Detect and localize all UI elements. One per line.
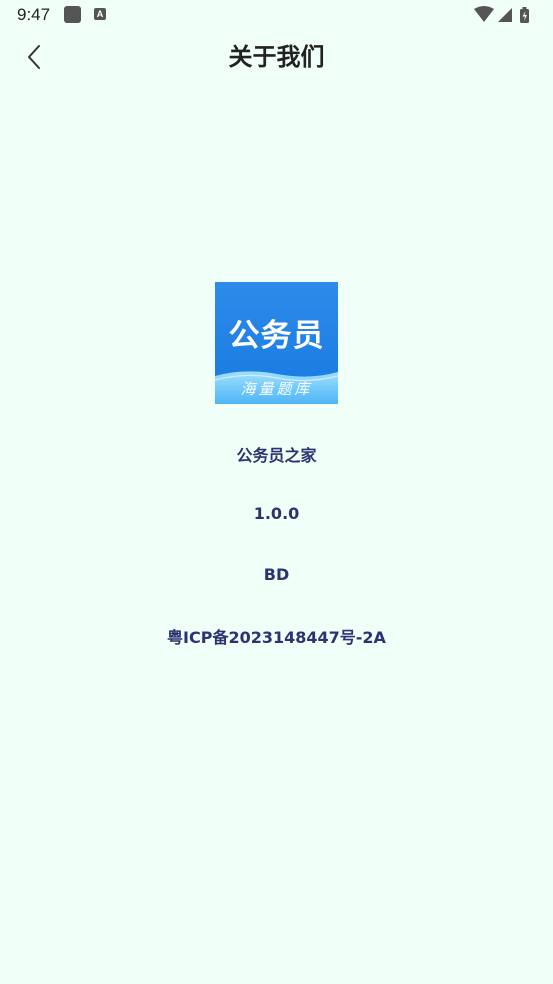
logo-subtitle: 海量题库 — [240, 380, 313, 398]
app-version: 1.0.0 — [253, 504, 300, 523]
status-time: 9:47 — [17, 5, 51, 24]
status-right-icons — [474, 6, 529, 23]
navigation-bar: 关于我们 — [0, 30, 553, 84]
wifi-icon — [474, 6, 494, 22]
app-name: 公务员之家 — [236, 446, 317, 465]
page-title: 关于我们 — [228, 43, 325, 71]
app-notification-icon — [64, 6, 81, 23]
icp-record[interactable]: 粤ICP备2023148447号-2A — [0, 624, 553, 648]
app-logo: 公务员 海量题库 — [215, 282, 338, 404]
a-badge-icon: A — [94, 8, 106, 20]
status-bar: 9:47 A — [0, 0, 553, 30]
signal-icon — [498, 8, 512, 22]
logo-title: 公务员 — [228, 318, 325, 354]
app-channel: BD — [263, 565, 290, 584]
